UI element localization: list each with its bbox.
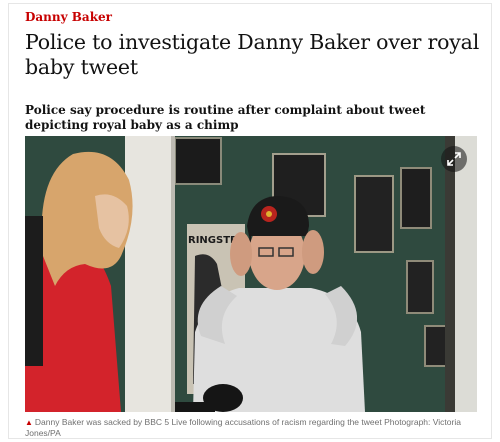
article-standfirst: Police say procedure is routine after co… — [25, 103, 426, 132]
caption-text: Danny Baker was sacked by BBC 5 Live fol… — [25, 417, 461, 438]
expand-image-button[interactable] — [441, 146, 467, 172]
article-frame: Danny Baker Police to investigate Danny … — [8, 3, 492, 439]
article-main-image: RINGSTEEN — [25, 136, 477, 412]
photo-illustration: RINGSTEEN — [25, 136, 477, 412]
article-headline: Police to investigate Danny Baker over r… — [25, 30, 480, 79]
article-kicker[interactable]: Danny Baker — [25, 10, 112, 24]
triangle-icon: ▲ — [25, 418, 33, 427]
image-caption: ▲ Danny Baker was sacked by BBC 5 Live fo… — [25, 417, 465, 438]
expand-icon — [447, 152, 461, 166]
